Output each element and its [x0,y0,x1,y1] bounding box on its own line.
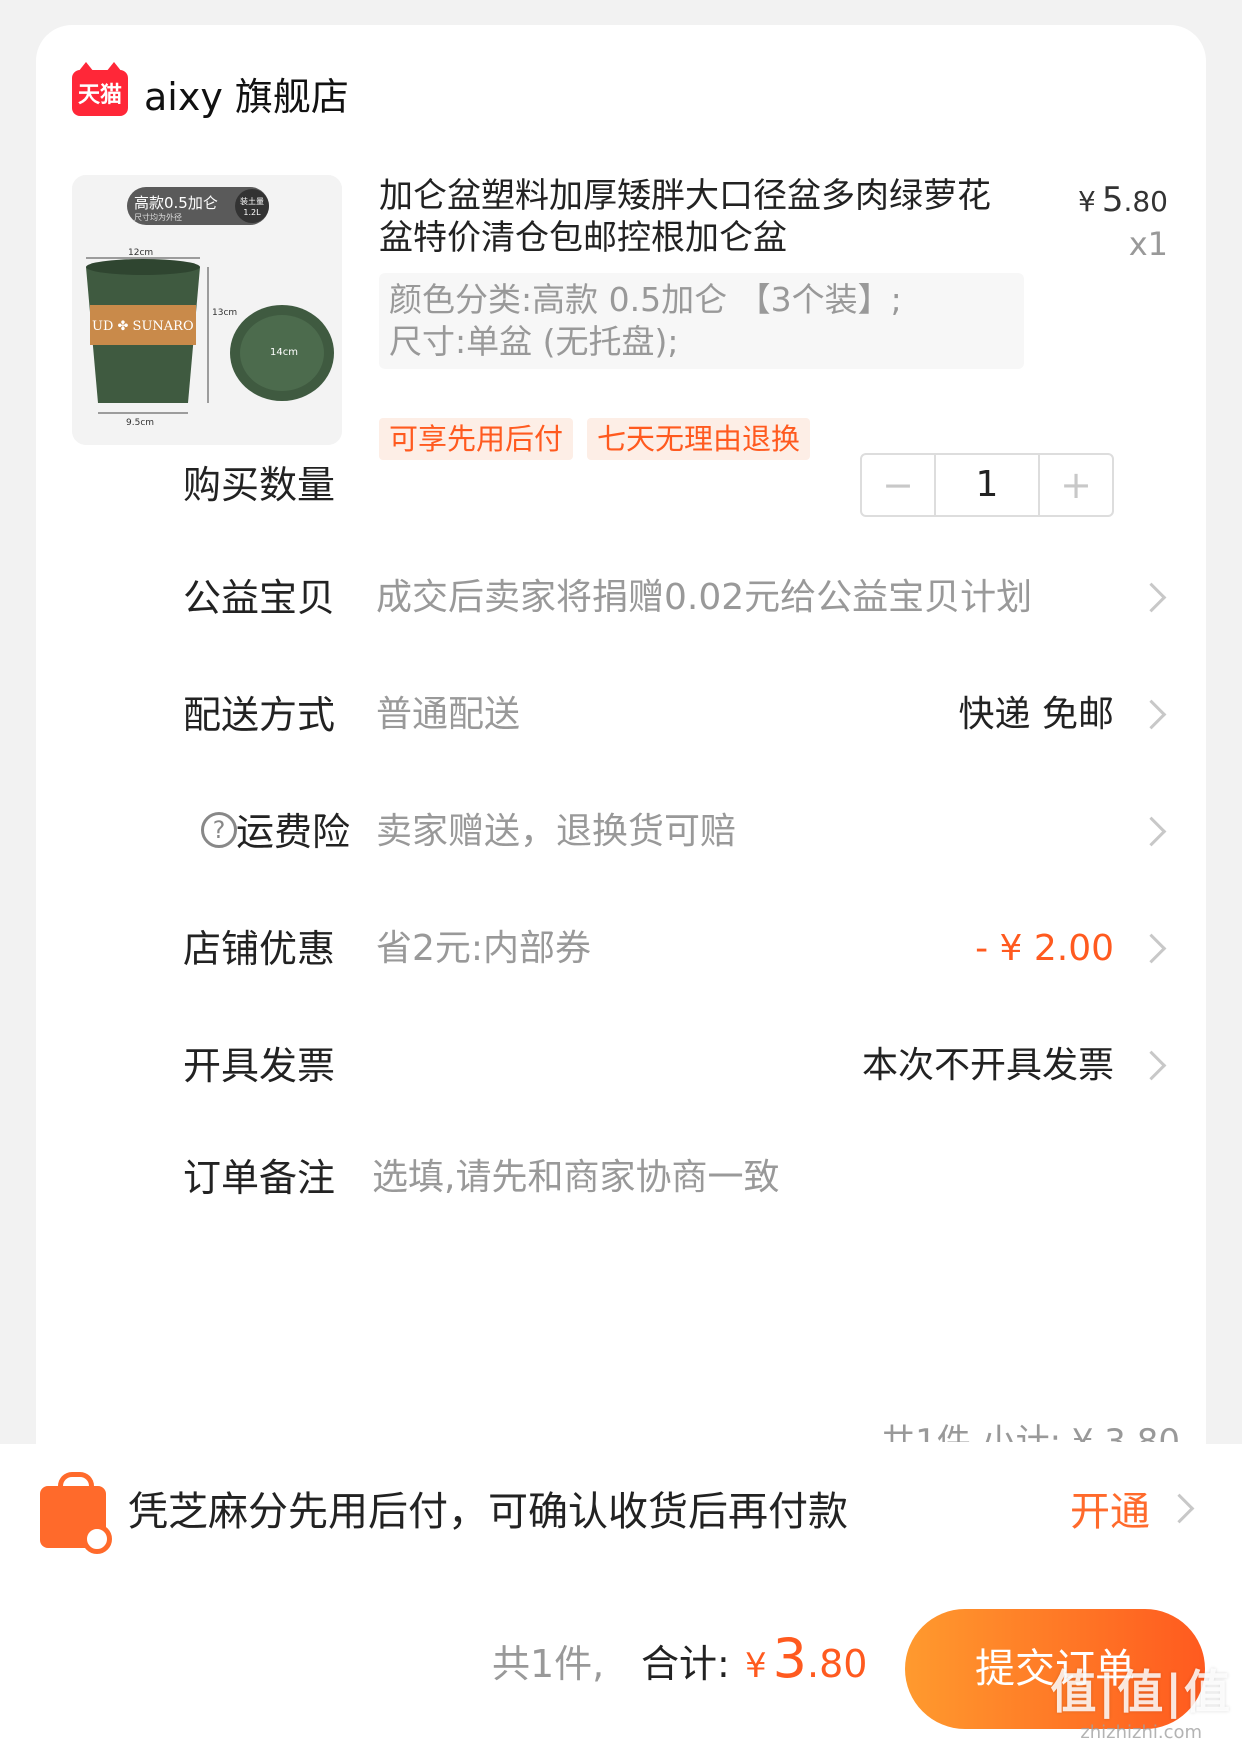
product-quantity: x1 [1128,225,1168,263]
shopping-bag-icon [40,1472,112,1554]
order-card: 天猫 aixy 旗舰店 高款0.5加仑 尺寸均为外径 装土量 1.2L 12cm… [36,25,1206,1525]
product-image[interactable]: 高款0.5加仑 尺寸均为外径 装土量 1.2L 12cm UD ✤ SUNARO… [72,175,342,445]
store-discount-row[interactable]: 店铺优惠 省2元:内部券 - ¥ 2.00 [36,909,1206,989]
store-header[interactable]: 天猫 aixy 旗舰店 [72,62,349,123]
product-price: ¥5.80 [1078,180,1168,220]
chevron-right-icon [1136,699,1167,730]
price-int: 5 [1101,180,1124,220]
watermark-url: zhizhizhi.com [1080,1722,1203,1743]
image-brand: UD ✤ SUNARO [92,319,194,334]
chevron-right-icon [1164,1493,1195,1524]
tmall-logo: 天猫 [72,62,128,116]
quantity-label: 购买数量 [183,463,336,507]
subtotal-peek: 共1件 小计: ¥ 3.80 [881,1422,1180,1442]
delivery-value: 普通配送 [376,694,521,735]
product-title[interactable]: 加仑盆塑料加厚矮胖大口径盆多肉绿萝花盆特价清仓包邮控根加仑盆 [379,175,1019,259]
chevron-right-icon [1136,933,1167,964]
image-badge-bottom: 1.2L [243,208,261,217]
chevron-right-icon [1136,1050,1167,1081]
total-dec: .80 [807,1642,868,1686]
order-note-row: 订单备注 选填,请先和商家协商一致 [36,1138,1206,1218]
total-currency: ¥ [745,1646,767,1686]
total-label: 合计: [641,1642,730,1686]
sku-selector[interactable]: 颜色分类:高款 0.5加仑 【3个装】; 尺寸:单盆 (无托盘); [379,273,1024,369]
discount-label: 店铺优惠 [183,927,336,971]
watermark: 值|值|值 zhizhizhi.com [1050,1656,1232,1743]
sku-line-color: 颜色分类:高款 0.5加仑 【3个装】; [389,280,902,319]
order-note-input[interactable]: 选填,请先和商家协商一致 [372,1138,779,1218]
insurance-label: 运费险 [236,810,351,854]
delivery-row[interactable]: 配送方式 普通配送 快递 免邮 [36,675,1206,755]
chevron-right-icon [1136,582,1167,613]
quantity-value[interactable]: 1 [934,455,1040,515]
price-currency: ¥ [1078,185,1096,218]
note-label: 订单备注 [183,1156,336,1200]
delivery-method: 快递 免邮 [958,694,1114,735]
shipping-insurance-row[interactable]: ? 运费险 卖家赠送，退换货可赔 [36,792,1206,872]
image-banner-title: 高款0.5加仑 [134,194,218,212]
discount-value: 省2元:内部券 [376,928,592,969]
discount-amount: - ¥ 2.00 [975,928,1114,969]
pay-later-promo[interactable]: 凭芝麻分先用后付，可确认收货后再付款 开通 [0,1444,1242,1574]
invoice-label: 开具发票 [183,1044,336,1088]
total-int: 3 [772,1627,807,1690]
total-amount: ¥3.80 [745,1624,867,1707]
image-banner-sub: 尺寸均为外径 [134,212,182,222]
delivery-label: 配送方式 [183,693,336,737]
activate-link[interactable]: 开通 [1070,1482,1150,1542]
promo-text: 凭芝麻分先用后付，可确认收货后再付款 [128,1489,848,1535]
item-count: 共1件, [492,1642,605,1686]
price-dec: .80 [1123,185,1168,218]
image-dim-bottom: 9.5cm [126,418,154,428]
invoice-value: 本次不开具发票 [861,1045,1114,1086]
invoice-row[interactable]: 开具发票 本次不开具发票 [36,1026,1206,1106]
watermark-logo: 值|值|值 [1050,1665,1232,1719]
store-name: aixy 旗舰店 [144,74,349,119]
decrement-button[interactable]: − [862,455,934,515]
product-image-graphic: 高款0.5加仑 尺寸均为外径 装土量 1.2L 12cm UD ✤ SUNARO… [72,175,342,445]
image-dim-top: 12cm [128,248,153,258]
insurance-value: 卖家赠送，退换货可赔 [376,811,737,852]
image-dim-tray: 14cm [270,347,298,358]
image-dim-side: 13cm [212,308,237,318]
charity-label: 公益宝贝 [183,576,336,620]
bottom-bar: 凭芝麻分先用后付，可确认收货后再付款 开通 共1件, 合计: ¥3.80 提交订… [0,1444,1242,1751]
sku-line-size: 尺寸:单盆 (无托盘); [389,322,679,361]
charity-value: 成交后卖家将捐赠0.02元给公益宝贝计划 [376,577,1033,618]
increment-button[interactable]: + [1040,455,1112,515]
help-circle-icon[interactable]: ? [201,812,237,848]
image-badge-top: 装土量 [240,196,264,206]
quantity-row: 购买数量 − 1 + [36,445,1206,525]
quantity-stepper[interactable]: − 1 + [860,453,1114,517]
chevron-right-icon [1136,816,1167,847]
charity-row[interactable]: 公益宝贝 成交后卖家将捐赠0.02元给公益宝贝计划 [36,558,1206,638]
